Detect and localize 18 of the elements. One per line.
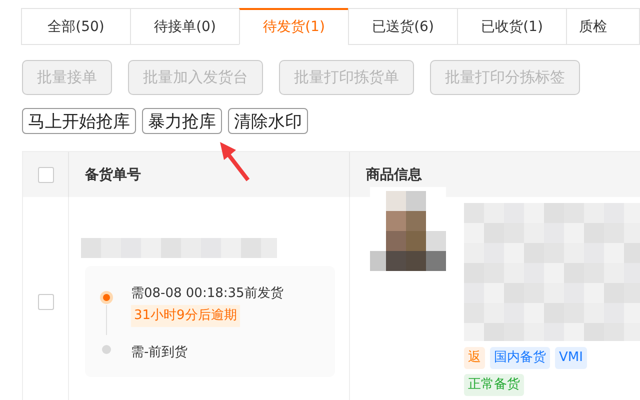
column-header: 备货单号 [68,152,349,197]
checkbox[interactable] [38,166,54,182]
checkbox[interactable] [38,294,54,310]
tag: 返 [464,347,485,369]
action-button[interactable]: 马上开始抢库 [22,108,136,134]
tab[interactable]: 已送货(6) [348,8,458,45]
tag: VMI [555,347,587,369]
tab[interactable]: 待接单(0) [130,8,240,45]
timeline-text: 需-前到货 [131,344,188,362]
timeline-text: 需08-08 00:18:35前发货 [131,285,284,303]
tab[interactable]: 全部(50) [21,8,131,45]
overdue-note: 31小时9分后逾期 [131,305,240,327]
tab[interactable]: 已收货(1) [457,8,567,45]
tag: 国内备货 [490,347,550,369]
tab[interactable]: 质检 [566,8,640,45]
tag: 正常备货 [464,374,524,396]
action-button[interactable]: 清除水印 [228,108,308,134]
action-button[interactable]: 暴力抢库 [142,108,222,134]
